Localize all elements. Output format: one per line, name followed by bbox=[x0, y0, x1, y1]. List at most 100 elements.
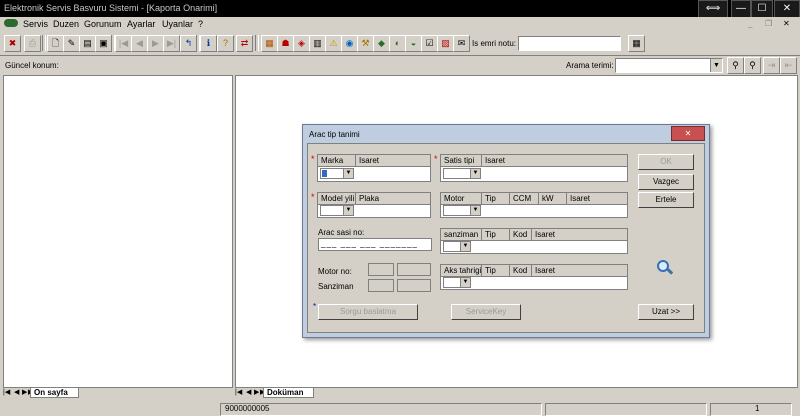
motor-no-field-1[interactable] bbox=[368, 263, 394, 276]
tab-first-icon[interactable]: |◀ bbox=[3, 388, 10, 396]
uzat-button[interactable]: Uzat >> bbox=[638, 304, 694, 320]
previous-icon[interactable]: ◀ bbox=[131, 35, 148, 52]
mdi-close-icon[interactable]: ✕ bbox=[783, 19, 790, 28]
guncel-konum-label: Güncel konum: bbox=[5, 61, 59, 70]
model-grid: Model yili Plaka ▼ bbox=[317, 192, 431, 218]
mdi-minimize-icon[interactable]: _ bbox=[748, 19, 752, 28]
checklist-icon[interactable]: ☑ bbox=[421, 35, 438, 52]
vehicle-icon[interactable]: ▣ bbox=[95, 35, 112, 52]
search-next-icon[interactable]: ⚲ bbox=[744, 57, 761, 74]
search-input[interactable]: ▼ bbox=[615, 58, 723, 73]
tab-next-icon[interactable]: ▶ bbox=[22, 388, 27, 396]
new-document-icon[interactable]: 🗋 bbox=[47, 35, 64, 52]
sasi-no-input[interactable]: ___ ___ ___ _______ bbox=[318, 238, 432, 251]
info-icon[interactable]: ℹ bbox=[200, 35, 217, 52]
menu-help[interactable]: ? bbox=[198, 19, 203, 29]
next-icon[interactable]: ▶ bbox=[147, 35, 164, 52]
swap-icon[interactable]: ⇄ bbox=[236, 35, 253, 52]
satis-isaret-header: Isaret bbox=[485, 156, 506, 165]
motor-grid: Motor Tip CCM kW Isaret ▼ bbox=[440, 192, 628, 218]
person-icon[interactable]: ☗ bbox=[277, 35, 294, 52]
minimize-button[interactable]: — bbox=[731, 0, 751, 18]
notes-icon[interactable]: ✉ bbox=[453, 35, 470, 52]
is-emri-label: Is emri notu: bbox=[472, 39, 517, 48]
status-page-field: 1 bbox=[710, 403, 792, 416]
search-back-icon[interactable]: ⇤ bbox=[780, 57, 797, 74]
sanziman-isaret-header: Isaret bbox=[535, 230, 556, 239]
menu-servis[interactable]: Servis bbox=[23, 19, 48, 29]
motor-header-row: Motor Tip CCM kW Isaret bbox=[441, 193, 627, 205]
back-icon[interactable]: ↰ bbox=[180, 35, 197, 52]
edit-icon[interactable]: ✎ bbox=[63, 35, 80, 52]
tab-on-sayfa[interactable]: On sayfa bbox=[30, 388, 79, 398]
sanziman-header: sanziman bbox=[441, 229, 482, 240]
warning-icon[interactable]: ⚠ bbox=[325, 35, 342, 52]
aks-dropdown-icon[interactable]: ▼ bbox=[460, 278, 470, 287]
vazgec-button[interactable]: Vazgec bbox=[638, 174, 694, 190]
print-icon[interactable]: ⎙ bbox=[24, 35, 41, 52]
model-dropdown-icon[interactable]: ▼ bbox=[343, 206, 353, 215]
first-icon[interactable]: |◀ bbox=[115, 35, 132, 52]
motor-combo[interactable]: ▼ bbox=[443, 205, 481, 216]
servicekey-button[interactable]: ServiceKey bbox=[451, 304, 521, 320]
tools-icon[interactable]: ⚒ bbox=[357, 35, 374, 52]
sanziman-kod-header: Kod bbox=[510, 229, 532, 240]
status-code-field: 9000000005 bbox=[220, 403, 542, 416]
calendar-icon[interactable]: ▨ bbox=[437, 35, 454, 52]
order-icon[interactable]: ▤ bbox=[79, 35, 96, 52]
search-forward-icon[interactable]: ⇥ bbox=[763, 57, 780, 74]
marka-combo[interactable]: ▼ bbox=[320, 168, 354, 179]
car-service-icon[interactable]: ◐ bbox=[389, 35, 406, 52]
sanziman-field-2[interactable] bbox=[397, 279, 431, 292]
marka-header: Marka bbox=[318, 155, 356, 166]
exit-icon[interactable]: ✖ bbox=[4, 35, 21, 52]
maximize-button[interactable]: ☐ bbox=[751, 0, 773, 18]
motor-dropdown-icon[interactable]: ▼ bbox=[470, 206, 480, 215]
sanziman-combo[interactable]: ▼ bbox=[443, 241, 471, 252]
menu-uyanlar[interactable]: Uyanlar bbox=[162, 19, 193, 29]
required-marker: * bbox=[434, 154, 438, 164]
ok-button[interactable]: OK bbox=[638, 154, 694, 170]
diagnosis-icon[interactable]: ◆ bbox=[373, 35, 390, 52]
motor-no-field-2[interactable] bbox=[397, 263, 431, 276]
sanziman-field-1[interactable] bbox=[368, 279, 394, 292]
doc-tab-next-icon[interactable]: ▶ bbox=[254, 388, 259, 396]
search-dropdown-icon[interactable]: ▼ bbox=[710, 59, 722, 72]
aks-combo[interactable]: ▼ bbox=[443, 277, 471, 288]
close-button[interactable]: ✕ bbox=[774, 0, 800, 18]
globe-icon[interactable]: ◉ bbox=[341, 35, 358, 52]
sanziman-dropdown-icon[interactable]: ▼ bbox=[460, 242, 470, 251]
is-emri-input[interactable] bbox=[518, 36, 621, 51]
book-icon[interactable]: ◈ bbox=[293, 35, 310, 52]
satis-dropdown-icon[interactable]: ▼ bbox=[470, 169, 480, 178]
left-panel bbox=[3, 75, 233, 388]
tab-prev-icon[interactable]: ◀ bbox=[14, 388, 19, 396]
model-yili-combo[interactable]: ▼ bbox=[320, 205, 354, 216]
sorgu-baslatma-button[interactable]: Sorgu baslatma bbox=[318, 304, 418, 320]
doc-tab-prev-icon[interactable]: ◀ bbox=[246, 388, 251, 396]
menu-gorunum[interactable]: Gorunum bbox=[84, 19, 122, 29]
tab-dokuman[interactable]: Doküman bbox=[263, 388, 315, 398]
menu-duzen[interactable]: Duzen bbox=[53, 19, 79, 29]
dialog-close-button[interactable]: ✕ bbox=[671, 126, 705, 141]
motor-tip-header: Tip bbox=[482, 193, 510, 204]
back-arrow-button[interactable]: ⟺ bbox=[698, 0, 728, 18]
menu-ayarlar[interactable]: Ayarlar bbox=[127, 19, 155, 29]
note-edit-icon[interactable]: ▦ bbox=[628, 35, 645, 52]
help-question-icon[interactable]: ? bbox=[217, 35, 234, 52]
sanziman-tip-header: Tip bbox=[482, 229, 510, 240]
doc-tab-first-icon[interactable]: |◀ bbox=[235, 388, 242, 396]
parts-icon[interactable]: ▦ bbox=[261, 35, 278, 52]
satis-tipi-combo[interactable]: ▼ bbox=[443, 168, 481, 179]
required-marker-blue: * bbox=[313, 302, 317, 311]
marka-dropdown-icon[interactable]: ▼ bbox=[343, 169, 353, 178]
motor-ccm-header: CCM bbox=[510, 193, 539, 204]
model-header-row: Model yili Plaka bbox=[318, 193, 430, 205]
last-icon[interactable]: ▶| bbox=[163, 35, 180, 52]
ertele-button[interactable]: Ertele bbox=[638, 192, 694, 208]
document-icon[interactable]: ▥ bbox=[309, 35, 326, 52]
search-binoculars-icon[interactable]: ⚲ bbox=[727, 57, 744, 74]
menu-bar: Servis Duzen Gorunum Ayarlar Uyanlar ? _… bbox=[0, 17, 800, 31]
mdi-restore-icon[interactable]: ❐ bbox=[765, 19, 772, 28]
car-body-icon[interactable]: ◒ bbox=[405, 35, 422, 52]
